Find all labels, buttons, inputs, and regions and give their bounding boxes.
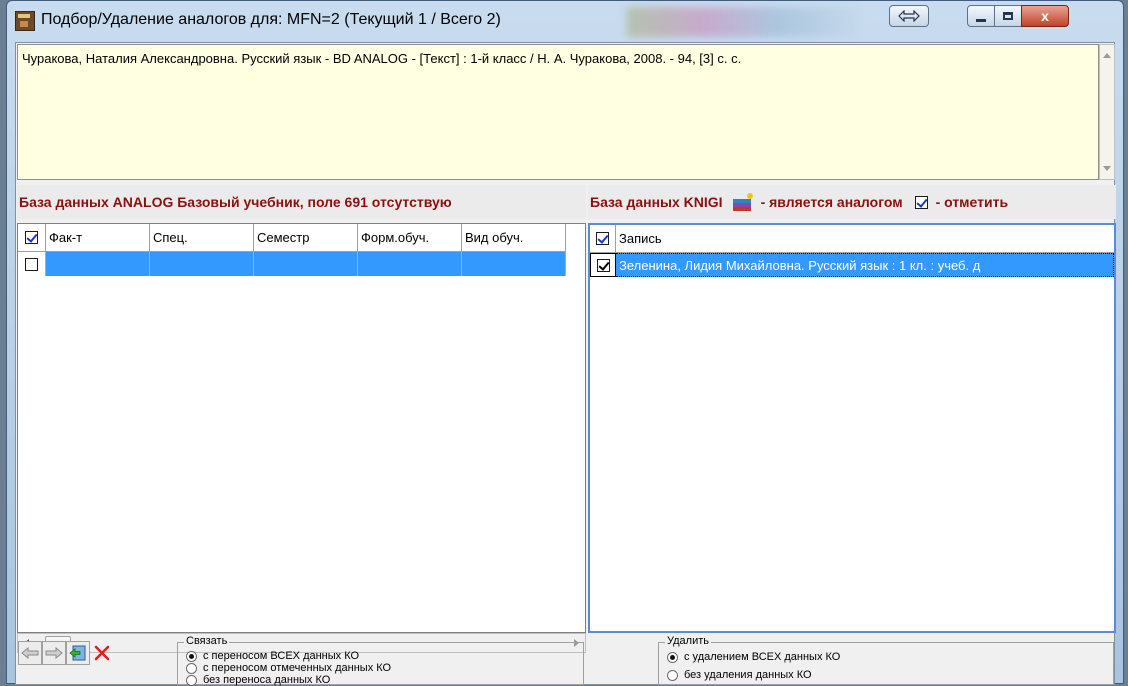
- scroll-down-icon[interactable]: [1103, 166, 1111, 171]
- radio-label: без удаления данных КО: [684, 669, 812, 681]
- maximize-button[interactable]: [994, 5, 1022, 27]
- maximize-icon: [1003, 12, 1013, 20]
- back-button[interactable]: [18, 641, 42, 665]
- delete-icon: [94, 645, 110, 661]
- radio-dot[interactable]: [186, 662, 197, 674]
- table-row[interactable]: [18, 252, 566, 276]
- table-cell[interactable]: [358, 252, 462, 276]
- analog-panel-header: База данных ANALOG Базовый учебник, поле…: [17, 185, 586, 219]
- table-row[interactable]: Зеленина, Лидия Михайловна. Русский язык…: [590, 253, 1114, 277]
- table-cell[interactable]: [46, 252, 150, 276]
- select-all-checkbox[interactable]: [25, 231, 38, 244]
- arrow-left-icon: [21, 647, 39, 659]
- app-icon: [15, 11, 35, 31]
- radio-dot[interactable]: [186, 650, 197, 662]
- analog-grid-header: Фак-т Спец. Семестр Форм.обуч. Вид обуч.: [18, 224, 566, 252]
- arrow-right-icon: [45, 647, 63, 659]
- column-header-fac[interactable]: Фак-т: [46, 224, 150, 251]
- forward-button[interactable]: [42, 641, 66, 665]
- column-header-spec[interactable]: Спец.: [150, 224, 254, 251]
- record-scrollbar[interactable]: [1099, 44, 1115, 180]
- delete-options-group: Удалить с удалением ВСЕХ данных КО без у…: [658, 635, 1114, 685]
- swap-arrows-icon: [898, 10, 920, 22]
- export-button[interactable]: [66, 641, 90, 665]
- legend-checkbox-icon: [914, 195, 928, 209]
- scroll-up-icon[interactable]: [1103, 53, 1111, 58]
- link-options-group: Связать с переносом ВСЕХ данных КО с пер…: [177, 635, 584, 686]
- minimize-button[interactable]: [967, 5, 995, 27]
- row-checkbox[interactable]: [596, 258, 610, 272]
- minimize-icon: [976, 18, 986, 22]
- export-icon: [69, 645, 86, 661]
- main-window: Подбор/Удаление аналогов для: MFN=2 (Тек…: [6, 0, 1124, 686]
- select-all-cell[interactable]: [590, 225, 616, 252]
- column-header-type[interactable]: Вид обуч.: [462, 224, 566, 251]
- background-blur: [627, 7, 857, 37]
- radio-label: с удалением ВСЕХ данных КО: [684, 651, 841, 663]
- row-checkbox[interactable]: [25, 257, 38, 271]
- link-none-radio[interactable]: без переноса данных КО: [186, 674, 330, 686]
- delete-button[interactable]: [90, 641, 114, 665]
- table-cell[interactable]: [462, 252, 566, 276]
- is-analog-label: - является аналогом: [760, 194, 903, 210]
- table-cell[interactable]: [254, 252, 358, 276]
- radio-label: с переносом ВСЕХ данных КО: [203, 650, 360, 662]
- knigi-grid[interactable]: Запись Зеленина, Лидия Михайловна. Русск…: [588, 223, 1116, 633]
- books-icon: [731, 193, 753, 211]
- delete-all-radio[interactable]: с удалением ВСЕХ данных КО: [667, 651, 840, 663]
- mark-label: - отметить: [935, 194, 1009, 210]
- column-header-semester[interactable]: Семестр: [254, 224, 358, 251]
- row-checkbox-cell[interactable]: [18, 252, 46, 276]
- close-icon: x: [1041, 8, 1049, 24]
- link-marked-radio[interactable]: с переносом отмеченных данных КО: [186, 662, 391, 674]
- resize-button[interactable]: [889, 5, 929, 27]
- action-toolbar: [17, 637, 177, 677]
- close-button[interactable]: x: [1021, 5, 1069, 27]
- column-header-form[interactable]: Форм.обуч.: [358, 224, 462, 251]
- record-description[interactable]: Чуракова, Наталия Александровна. Русский…: [17, 44, 1099, 180]
- radio-dot[interactable]: [667, 669, 678, 681]
- delete-none-radio[interactable]: без удаления данных КО: [667, 669, 812, 681]
- select-all-checkbox[interactable]: [596, 232, 609, 245]
- delete-group-legend: Удалить: [665, 635, 711, 647]
- analog-grid[interactable]: Фак-т Спец. Семестр Форм.обуч. Вид обуч.: [17, 223, 586, 633]
- select-all-cell[interactable]: [18, 224, 46, 251]
- table-cell[interactable]: [150, 252, 254, 276]
- radio-dot[interactable]: [667, 651, 678, 663]
- record-cell[interactable]: Зеленина, Лидия Михайловна. Русский язык…: [616, 253, 1114, 277]
- window-title: Подбор/Удаление аналогов для: MFN=2 (Тек…: [41, 11, 501, 28]
- radio-label: с переносом отмеченных данных КО: [203, 662, 392, 674]
- link-group-legend: Связать: [184, 635, 230, 647]
- knigi-grid-header: Запись: [590, 225, 1114, 253]
- radio-label: без переноса данных КО: [203, 674, 331, 686]
- link-all-radio[interactable]: с переносом ВСЕХ данных КО: [186, 650, 359, 662]
- column-header-record[interactable]: Запись: [616, 225, 1114, 252]
- row-checkbox-cell[interactable]: [590, 253, 616, 277]
- knigi-db-label: База данных KNIGI: [590, 194, 723, 210]
- analog-panel-title: База данных ANALOG Базовый учебник, поле…: [19, 194, 452, 210]
- title-bar[interactable]: Подбор/Удаление аналогов для: MFN=2 (Тек…: [7, 1, 1123, 41]
- knigi-panel-header: База данных KNIGI - является аналогом - …: [588, 185, 1116, 219]
- dialog-body: Чуракова, Наталия Александровна. Русский…: [15, 42, 1116, 686]
